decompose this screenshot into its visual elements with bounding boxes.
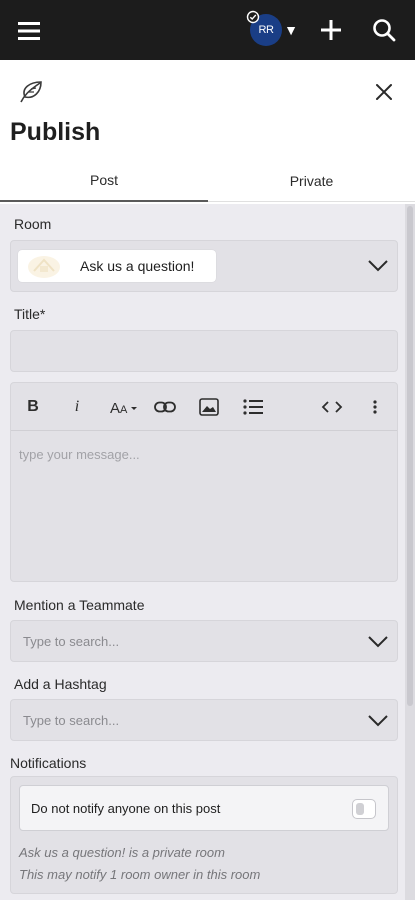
more-vertical-icon[interactable] — [367, 395, 383, 419]
mention-select[interactable]: Type to search... — [10, 620, 398, 662]
hashtag-select[interactable]: Type to search... — [10, 699, 398, 741]
room-selected-value: Ask us a question! — [80, 258, 195, 274]
publish-form: Room Ask us a question! Title* B i AA ty… — [0, 204, 415, 900]
message-editor: B i AA type your message... — [10, 382, 398, 582]
chevron-down-icon — [368, 715, 388, 727]
text-size-icon[interactable]: AA — [109, 395, 139, 419]
notifications-panel: Do not notify anyone on this post Ask us… — [10, 776, 398, 894]
tab-bar: Post Private — [0, 160, 415, 202]
publish-header: Publish Post Private — [0, 60, 415, 205]
tab-private[interactable]: Private — [208, 160, 415, 202]
notify-owner-note: This may notify 1 room owner in this roo… — [19, 867, 261, 882]
menu-icon[interactable] — [14, 18, 44, 44]
scrollbar-thumb[interactable] — [407, 206, 413, 706]
code-icon[interactable] — [319, 395, 345, 419]
hashtag-placeholder: Type to search... — [23, 713, 120, 728]
checkmark-badge-icon — [246, 10, 260, 24]
message-textarea[interactable]: type your message... — [19, 447, 140, 462]
room-label: Room — [14, 216, 52, 232]
mention-placeholder: Type to search... — [23, 634, 120, 649]
mention-label: Mention a Teammate — [14, 597, 145, 613]
bold-icon[interactable]: B — [23, 395, 43, 419]
link-icon[interactable] — [153, 395, 177, 419]
title-input[interactable] — [10, 330, 398, 372]
svg-text:A: A — [120, 404, 128, 416]
svg-text:A: A — [110, 400, 120, 417]
hashtag-label: Add a Hashtag — [14, 676, 107, 692]
notify-toggle-row[interactable]: Do not notify anyone on this post — [19, 785, 389, 831]
notifications-label: Notifications — [10, 755, 87, 771]
close-icon[interactable] — [372, 80, 396, 104]
title-label: Title* — [14, 306, 46, 322]
private-room-note: Ask us a question! is a private room — [19, 845, 225, 860]
account-dropdown-caret[interactable]: ▼ — [284, 20, 298, 40]
notify-toggle-label: Do not notify anyone on this post — [31, 801, 221, 816]
notify-toggle[interactable] — [352, 799, 376, 819]
tab-post[interactable]: Post — [0, 160, 208, 202]
room-chip[interactable]: Ask us a question! — [18, 250, 216, 282]
plus-icon[interactable] — [318, 16, 344, 44]
search-icon[interactable] — [370, 16, 398, 44]
page-title: Publish — [10, 118, 101, 146]
bullet-list-icon[interactable] — [241, 395, 265, 419]
chevron-down-icon — [368, 260, 388, 272]
room-avatar-icon — [26, 253, 62, 279]
italic-icon[interactable]: i — [67, 395, 87, 419]
editor-toolbar: B i AA — [11, 383, 397, 431]
toggle-knob — [356, 803, 364, 815]
top-app-bar: RR ▼ — [0, 0, 415, 60]
chevron-down-icon — [368, 636, 388, 648]
image-icon[interactable] — [197, 395, 221, 419]
leaf-icon — [18, 80, 46, 106]
